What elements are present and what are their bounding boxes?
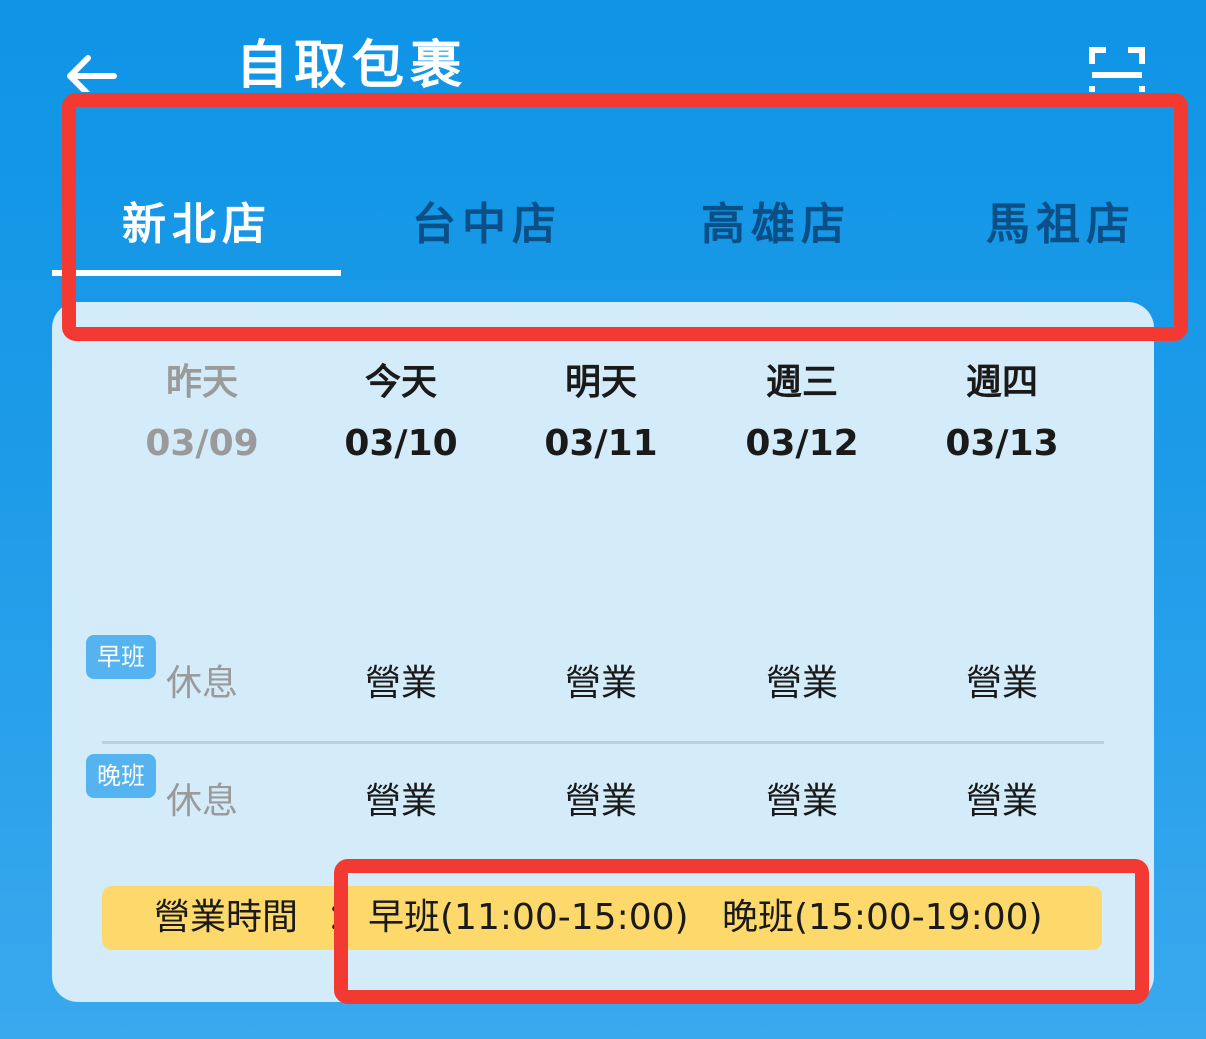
day-date: 03/09: [145, 423, 259, 464]
tab-taichung[interactable]: 台中店: [342, 188, 632, 252]
business-hours-separator: ：: [326, 897, 363, 938]
shift-status-cell: 休息: [165, 663, 238, 704]
page-title: 自取包裹: [236, 36, 469, 92]
day-column[interactable]: 週三 03/12: [702, 358, 902, 466]
day-name: 週三: [765, 362, 838, 403]
business-hours-bar: 營業時間 ： 早班(11:00-15:00) 晚班(15:00-19:00): [102, 886, 1102, 950]
tab-matsu[interactable]: 馬祖店: [916, 188, 1206, 252]
day-name: 昨天: [165, 362, 238, 403]
day-name: 今天: [364, 362, 437, 403]
shift-status-cell: 營業: [765, 663, 838, 704]
day-date: 03/11: [544, 423, 658, 464]
day-name: 週四: [965, 362, 1038, 403]
shift-status-cell: 營業: [564, 663, 637, 704]
shift-status-cell: 休息: [165, 781, 238, 822]
day-date: 03/12: [745, 423, 859, 464]
day-column[interactable]: 週四 03/13: [902, 358, 1102, 466]
shift-status-cell: 營業: [965, 663, 1038, 704]
back-arrow-icon[interactable]: [62, 52, 122, 92]
shift-status-cell: 營業: [364, 663, 437, 704]
shift-status-cell: 營業: [965, 781, 1038, 822]
row-divider: [102, 741, 1104, 744]
active-tab-indicator: [52, 270, 341, 276]
shift-status-cell: 營業: [364, 781, 437, 822]
shift-status-cell: 營業: [564, 781, 637, 822]
day-date: 03/13: [945, 423, 1059, 464]
store-tabs: 新北店 台中店 高雄店 馬祖店: [52, 160, 1206, 278]
day-column[interactable]: 今天 03/10: [301, 358, 501, 466]
scan-icon[interactable]: [1088, 46, 1146, 92]
schedule-panel: 昨天 03/09 今天 03/10 明天 03/11 週三 03/12 週四 0…: [52, 302, 1154, 1002]
morning-hours-text: 早班(11:00-15:00): [368, 897, 689, 938]
evening-hours-text: 晚班(15:00-19:00): [722, 897, 1043, 938]
day-name: 明天: [564, 362, 637, 403]
day-date: 03/10: [344, 423, 458, 464]
tab-xinbei[interactable]: 新北店: [52, 188, 342, 252]
shift-status-cell: 營業: [765, 781, 838, 822]
app-header: 自取包裹: [0, 0, 1206, 92]
tab-kaohsiung[interactable]: 高雄店: [631, 188, 921, 252]
day-column[interactable]: 昨天 03/09: [102, 358, 302, 466]
day-column[interactable]: 明天 03/11: [501, 358, 701, 466]
business-hours-label: 營業時間: [154, 897, 299, 938]
